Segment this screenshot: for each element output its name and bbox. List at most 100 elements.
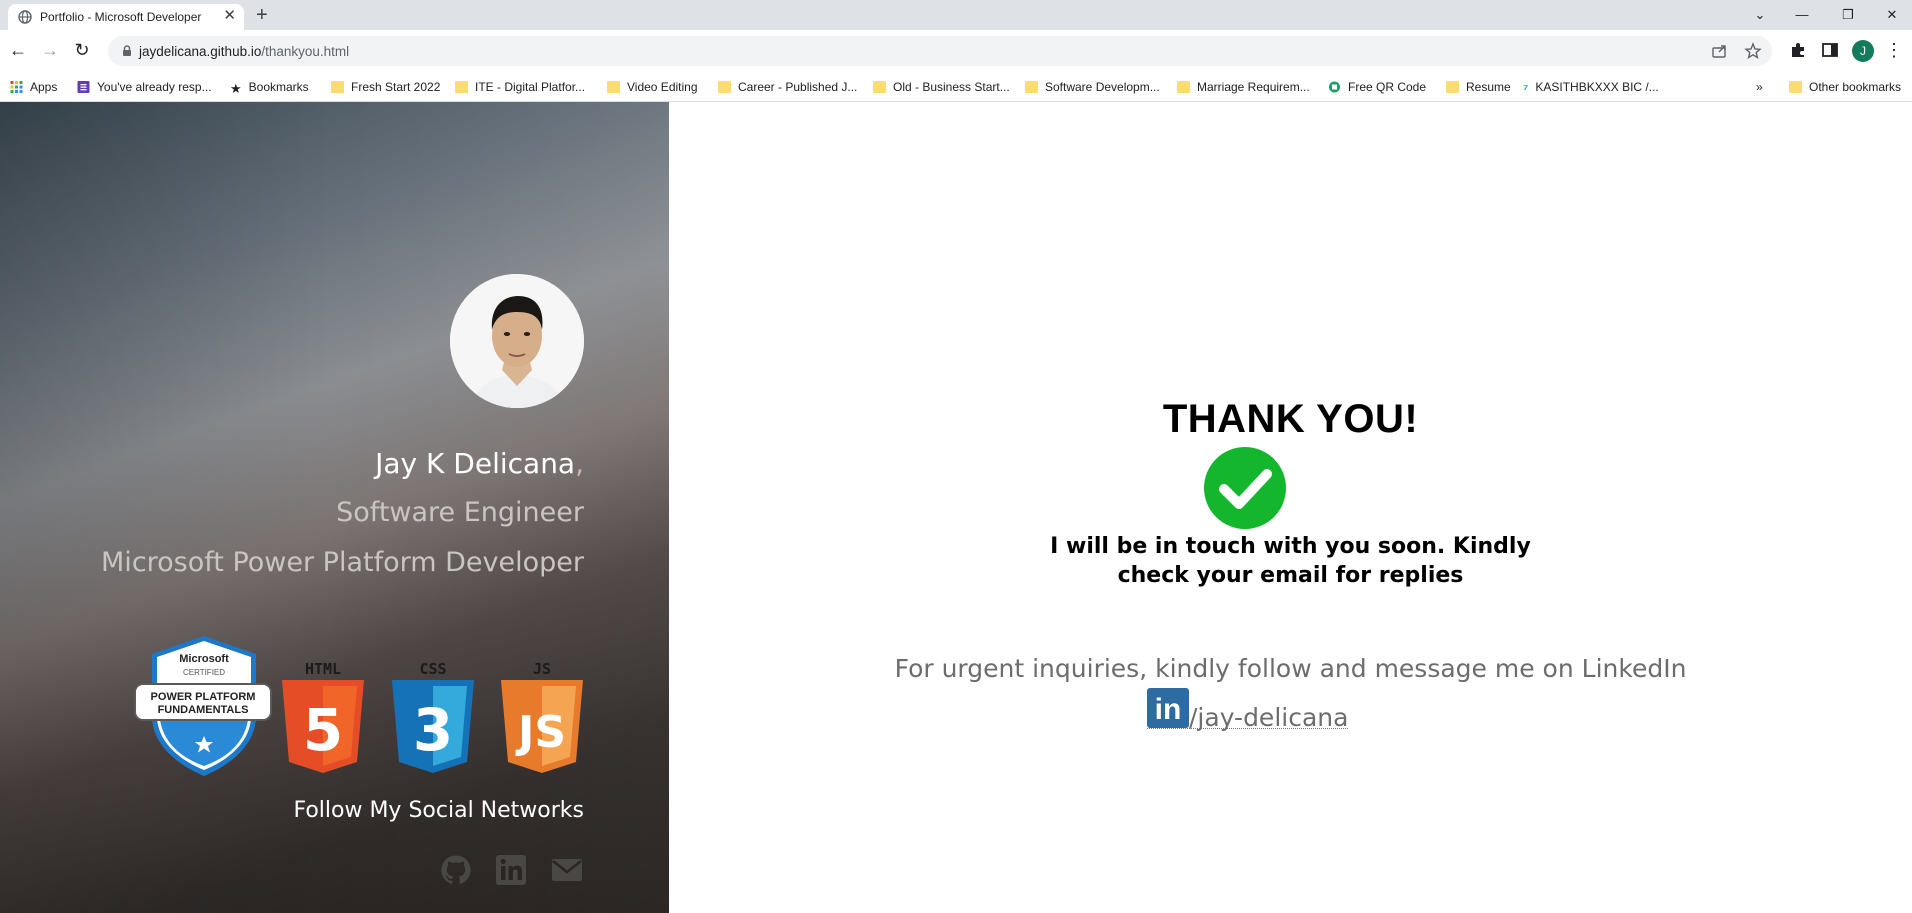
bookmark-apps[interactable]: Apps: [10, 78, 57, 96]
linkedin-profile-link[interactable]: in /jay-delicana: [1147, 688, 1349, 732]
bookmark-label: Bookmarks: [248, 80, 309, 94]
address-bar[interactable]: jaydelicana.github.io/thankyou.html: [108, 36, 1772, 66]
badges-row: Microsoft CERTIFIED POWER PLATFORM FUNDA…: [134, 636, 583, 776]
bookmark-label: Free QR Code: [1348, 80, 1427, 94]
bookmark-folder[interactable]: Marriage Requirem...: [1177, 78, 1310, 96]
wise-icon: ⁷: [1523, 81, 1529, 96]
bookmark-label: Other bookmarks: [1809, 80, 1902, 94]
share-icon[interactable]: [1711, 42, 1729, 60]
js-badge: JS JS: [501, 660, 583, 773]
reply-message: I will be in touch with you soon. Kindly…: [669, 532, 1912, 590]
bookmark-folder[interactable]: Fresh Start 2022: [331, 78, 440, 96]
linkedin-icon[interactable]: [495, 854, 527, 886]
linkedin-logo-text: in: [1155, 693, 1182, 726]
profile-avatar[interactable]: J: [1852, 40, 1874, 62]
bookmark-label: Marriage Requirem...: [1197, 80, 1310, 94]
checkmark-icon: [1204, 447, 1286, 529]
side-panel-icon[interactable]: [1820, 40, 1840, 60]
badge-brand: Microsoft: [179, 653, 229, 665]
bookmark-folder[interactable]: Resume: [1446, 78, 1511, 96]
close-tab-icon[interactable]: ✕: [223, 7, 236, 25]
name-comma: ,: [575, 447, 584, 480]
bookmark-label: Software Developm...: [1045, 80, 1160, 94]
profile-role-primary: Software Engineer: [336, 497, 584, 528]
bookmarks-bar: Apps You've already resp... ★ Bookmarks F…: [0, 72, 1912, 102]
badge-title-1: POWER PLATFORM: [151, 691, 256, 703]
folder-icon: [873, 81, 886, 93]
url-path: /thankyou.html: [261, 44, 350, 59]
bookmark-label: Apps: [30, 80, 58, 94]
bookmark-folder[interactable]: ITE - Digital Platfor...: [455, 78, 585, 96]
bookmark-label: Career - Published J...: [738, 80, 858, 94]
envelope-icon[interactable]: [551, 854, 583, 886]
reply-message-line-1: I will be in touch with you soon. Kindly: [1050, 534, 1531, 559]
folder-icon: [1446, 81, 1459, 93]
folder-icon: [331, 81, 344, 93]
folder-icon: [607, 81, 620, 93]
back-button[interactable]: ←: [8, 40, 28, 60]
bookmark-folder[interactable]: Career - Published J...: [718, 78, 857, 96]
bookmark-label: Fresh Start 2022: [351, 80, 441, 94]
bookmark-folder[interactable]: Software Developm...: [1025, 78, 1160, 96]
browser-menu-icon[interactable]: ⋮: [1884, 40, 1904, 60]
bookmark-star-icon[interactable]: [1744, 42, 1762, 60]
folder-icon: [1789, 81, 1802, 93]
bookmark-label: Video Editing: [627, 80, 698, 94]
badge-title-2: FUNDAMENTALS: [158, 704, 249, 716]
url-host: jaydelicana.github.io: [139, 44, 262, 59]
browser-toolbar: ← → ↻ jaydelicana.github.io/thankyou.htm…: [0, 30, 1912, 72]
bookmark-form[interactable]: You've already resp...: [77, 78, 212, 96]
css3-glyph: 3: [413, 696, 453, 764]
js-glyph: JS: [515, 707, 566, 758]
power-platform-certification-badge: Microsoft CERTIFIED POWER PLATFORM FUNDA…: [134, 636, 272, 776]
profile-name: Jay K Delicana,: [375, 447, 584, 480]
forward-button[interactable]: →: [40, 40, 60, 60]
folder-icon: [1177, 81, 1190, 93]
tab-title: Portfolio - Microsoft Developer: [40, 10, 202, 24]
more-bookmarks-chevron[interactable]: »: [1756, 78, 1763, 96]
globe-icon: [18, 10, 32, 24]
window-close-button[interactable]: ✕: [1872, 4, 1912, 26]
form-icon: [77, 81, 90, 93]
js-label: JS: [533, 660, 551, 678]
badge-level: CERTIFIED: [183, 668, 225, 677]
css-label: CSS: [419, 660, 446, 678]
linkedin-logo-icon: in: [1147, 688, 1189, 728]
html-label: HTML: [305, 660, 341, 678]
minimize-button[interactable]: —: [1782, 4, 1822, 26]
tab-strip: Portfolio - Microsoft Developer ✕ + ⌄ — …: [0, 0, 1912, 30]
new-tab-button[interactable]: +: [256, 3, 268, 27]
reload-button[interactable]: ↻: [72, 40, 92, 60]
star-icon: ★: [230, 81, 242, 96]
lock-icon: [123, 45, 131, 56]
html5-badge: HTML 5: [282, 660, 364, 773]
person-portrait-icon: [450, 274, 584, 408]
folder-icon: [1025, 81, 1038, 93]
qr-site-icon: [1329, 81, 1340, 93]
follow-heading: Follow My Social Networks: [293, 798, 584, 823]
profile-role-secondary: Microsoft Power Platform Developer: [101, 547, 584, 578]
extensions-puzzle-icon[interactable]: [1788, 40, 1808, 60]
css3-badge: CSS 3: [392, 660, 474, 773]
github-icon[interactable]: [440, 854, 472, 886]
apps-grid-icon: [10, 81, 23, 93]
bookmark-label: You've already resp...: [97, 80, 212, 94]
folder-icon: [455, 81, 468, 93]
bookmark-folder[interactable]: Video Editing: [607, 78, 698, 96]
bookmark-label: KASITHBKXXX BIC /...: [1535, 80, 1659, 94]
thank-you-heading: THANK YOU!: [1162, 397, 1419, 441]
thank-you-content: THANK YOU! I will be in touch with you s…: [669, 102, 1912, 913]
bookmark-wise[interactable]: ⁷ KASITHBKXXX BIC /...: [1523, 78, 1659, 96]
other-bookmarks[interactable]: Other bookmarks: [1789, 78, 1901, 96]
tab-search-icon[interactable]: ⌄: [1740, 4, 1780, 26]
browser-tab[interactable]: Portfolio - Microsoft Developer ✕: [8, 4, 244, 30]
bookmark-qr[interactable]: Free QR Code: [1328, 78, 1426, 96]
html5-glyph: 5: [303, 696, 343, 764]
profile-photo: [450, 274, 584, 408]
name-text: Jay K Delicana: [375, 447, 576, 480]
bookmark-folder[interactable]: Old - Business Start...: [873, 78, 1010, 96]
linkedin-handle: /jay-delicana: [1189, 703, 1349, 732]
bookmark-bookmarks[interactable]: ★ Bookmarks: [230, 78, 309, 96]
restore-button[interactable]: ❐: [1828, 4, 1868, 26]
profile-sidebar: Jay K Delicana, Software Engineer Micros…: [0, 102, 669, 913]
